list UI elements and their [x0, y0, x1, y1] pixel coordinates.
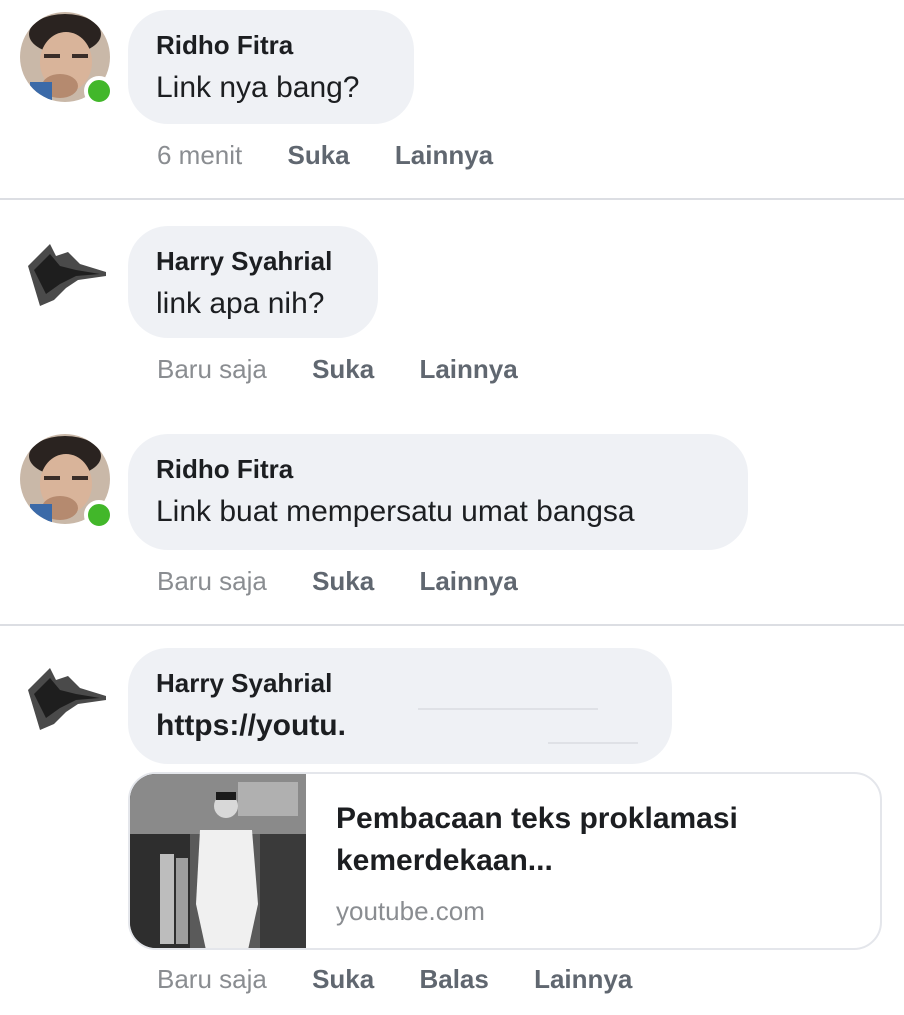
waveform-icon — [20, 226, 110, 316]
like-button[interactable]: Suka — [312, 566, 374, 597]
comment-author[interactable]: Harry Syahrial — [156, 246, 348, 276]
comment-actions: Baru saja Suka Balas Lainnya — [157, 964, 632, 995]
redaction-mark — [418, 708, 598, 710]
more-button[interactable]: Lainnya — [419, 566, 517, 597]
like-button[interactable]: Suka — [288, 140, 350, 171]
comment-thread: Ridho Fitra Link nya bang? 6 menit Suka … — [0, 0, 904, 1015]
comment-time[interactable]: Baru saja — [157, 354, 267, 385]
comment-actions: Baru saja Suka Lainnya — [157, 566, 518, 597]
comment-time[interactable]: Baru saja — [157, 964, 267, 995]
comment-bubble: Ridho Fitra Link buat mempersatu umat ba… — [128, 434, 748, 550]
reply-button[interactable]: Balas — [419, 964, 488, 995]
more-button[interactable]: Lainnya — [419, 354, 517, 385]
comment-link-text[interactable]: https://youtu. — [156, 706, 642, 746]
comment-bubble: Harry Syahrial link apa nih? — [128, 226, 378, 338]
proclamation-photo-icon — [130, 774, 306, 948]
comment-text: Link buat mempersatu umat bangsa — [156, 495, 635, 528]
divider — [0, 198, 904, 200]
comment-actions: 6 menit Suka Lainnya — [157, 140, 493, 171]
comment-time[interactable]: Baru saja — [157, 566, 267, 597]
comment-author[interactable]: Ridho Fitra — [156, 454, 718, 484]
divider — [0, 624, 904, 626]
comment-bubble: Harry Syahrial https://youtu. — [128, 648, 672, 764]
redaction-mark — [548, 742, 638, 744]
comment-time[interactable]: 6 menit — [157, 140, 242, 171]
waveform-icon — [20, 650, 110, 740]
like-button[interactable]: Suka — [312, 354, 374, 385]
like-button[interactable]: Suka — [312, 964, 374, 995]
avatar-harry[interactable] — [20, 650, 110, 740]
online-status-dot — [84, 76, 114, 106]
more-button[interactable]: Lainnya — [534, 964, 632, 995]
video-thumbnail[interactable] — [130, 774, 306, 948]
link-title[interactable]: Pembacaan teks proklamasi kemerdekaan... — [336, 798, 860, 882]
link-domain: youtube.com — [336, 896, 485, 926]
link-preview-body: Pembacaan teks proklamasi kemerdekaan...… — [336, 798, 860, 927]
link-preview-card[interactable]: Pembacaan teks proklamasi kemerdekaan...… — [128, 772, 882, 950]
online-status-dot — [84, 500, 114, 530]
avatar-harry[interactable] — [20, 226, 110, 316]
more-button[interactable]: Lainnya — [395, 140, 493, 171]
comment-actions: Baru saja Suka Lainnya — [157, 354, 518, 385]
comment-bubble: Ridho Fitra Link nya bang? — [128, 10, 414, 124]
comment-author[interactable]: Harry Syahrial — [156, 668, 642, 698]
comment-author[interactable]: Ridho Fitra — [156, 30, 384, 60]
comment-text: link apa nih? — [156, 287, 325, 320]
comment-text: Link nya bang? — [156, 71, 360, 104]
